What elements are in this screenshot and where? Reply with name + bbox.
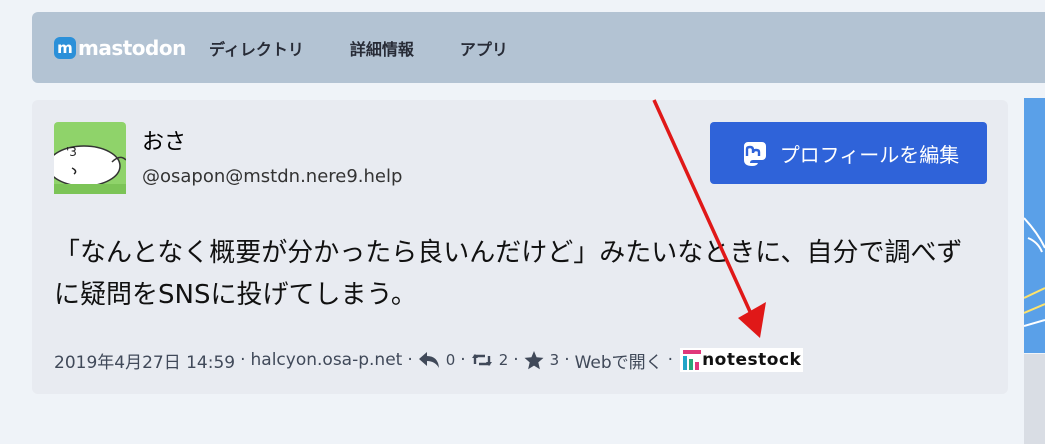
separator: · [513, 350, 519, 370]
notestock-link[interactable]: notestock [680, 348, 804, 372]
retweet-icon[interactable] [471, 352, 493, 368]
separator: · [407, 350, 413, 370]
mastodon-logo[interactable]: m mastodon [54, 36, 186, 60]
nav-about[interactable]: 詳細情報 [350, 36, 414, 60]
boost-count: 2 [498, 351, 509, 369]
mastodon-logo-icon [743, 142, 766, 166]
main-nav: ディレクトリ 詳細情報 アプリ [209, 36, 508, 60]
reply-icon[interactable] [418, 351, 440, 369]
status-app[interactable]: halcyon.osa-p.net [251, 350, 403, 370]
notestock-logo-icon [683, 350, 702, 370]
status-content: 「なんとなく概要が分かったら良いんだけど」みたいなときに、自分で調べずに疑問をS… [54, 238, 963, 310]
separator: · [667, 350, 674, 370]
notestock-label: notestock [702, 350, 802, 370]
reply-count: 0 [445, 351, 456, 369]
edit-profile-label: プロフィールを編集 [779, 142, 960, 167]
logo-text: mastodon [78, 36, 186, 60]
avatar[interactable]: '3 [54, 122, 126, 194]
status-card: '3 おさ @osapon@mstdn.nere9.help プロフィールを編集… [32, 100, 1008, 394]
favourite-count: 3 [549, 351, 560, 369]
star-icon[interactable] [524, 350, 544, 370]
status-date[interactable]: 2019年4月27日 14:59 [54, 348, 235, 373]
edit-profile-button[interactable]: プロフィールを編集 [710, 122, 987, 184]
top-header: m mastodon ディレクトリ 詳細情報 アプリ [32, 12, 1045, 83]
open-in-web-link[interactable]: Webで開く [575, 348, 663, 373]
separator: · [240, 350, 246, 370]
mastodon-logo-icon: m [54, 37, 76, 59]
nav-directory[interactable]: ディレクトリ [209, 36, 304, 60]
svg-text:'3: '3 [66, 145, 77, 159]
nav-apps[interactable]: アプリ [460, 36, 508, 60]
side-panel-image [1024, 98, 1045, 353]
separator: · [460, 350, 466, 370]
display-name[interactable]: おさ [142, 124, 186, 156]
side-panel-footer [1024, 354, 1045, 444]
account-handle[interactable]: @osapon@mstdn.nere9.help [142, 166, 402, 187]
status-meta: 2019年4月27日 14:59 · halcyon.osa-p.net · 0… [54, 348, 804, 373]
separator: · [564, 350, 570, 370]
